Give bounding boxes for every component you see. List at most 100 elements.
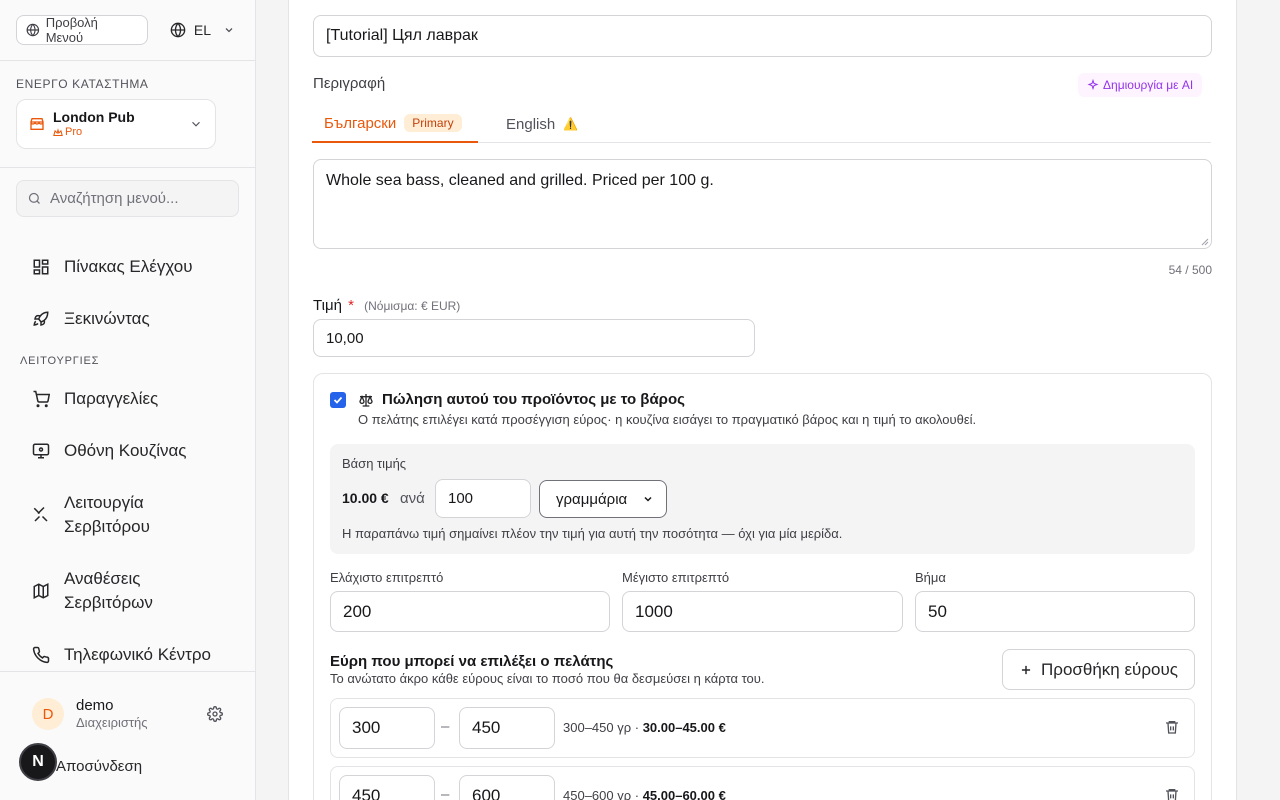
range-summary-price: 45.00–60.00 € xyxy=(642,788,726,800)
sidebar-item-waiter-assignments[interactable]: Αναθέσεις Σερβιτόρων xyxy=(0,553,255,629)
add-range-button[interactable]: Προσθήκη εύρους xyxy=(1002,649,1195,690)
gear-icon[interactable] xyxy=(207,706,223,722)
price-basis-quantity-input[interactable]: 100 xyxy=(435,479,531,518)
sidebar-item-label: Τηλεφωνικό Κέντρο xyxy=(64,645,211,664)
rocket-icon xyxy=(33,311,49,326)
max-allowed-input[interactable]: 1000 xyxy=(622,591,903,632)
product-name-value: [Tutorial] Цял лаврак xyxy=(326,27,478,44)
sidebar-item-label: Παραγγελίες xyxy=(64,389,159,408)
search-icon xyxy=(28,192,40,204)
range-to-input[interactable]: 450 xyxy=(459,707,555,749)
phone-icon xyxy=(32,646,50,664)
range-summary-grams: 450–600 γρ · xyxy=(563,788,640,800)
n-floating-badge[interactable]: N xyxy=(19,743,57,781)
add-range-label: Προσθήκη εύρους xyxy=(1041,659,1178,679)
price-basis-per: ανά xyxy=(400,490,425,507)
price-basis-note: Η παραπάνω τιμή σημαίνει πλέον την τιμή … xyxy=(342,526,843,541)
sidebar-item-kitchen-display[interactable]: Οθόνη Κουζίνας xyxy=(0,425,255,477)
tab-english[interactable]: English ⚠️ xyxy=(506,105,578,143)
generate-ai-button[interactable]: Δημιουργία με AI xyxy=(1078,73,1203,97)
store-switcher[interactable]: London Pub Pro xyxy=(16,99,216,149)
tab-label: Български xyxy=(324,114,397,132)
price-basis-caption: Βάση τιμής xyxy=(342,456,407,471)
price-value: 10,00 xyxy=(326,329,364,347)
currency-note: (Νόμισμα: € EUR) xyxy=(364,299,461,313)
sell-by-weight-checkbox[interactable] xyxy=(330,392,346,408)
active-store-caption: ΕΝΕΡΓΟ ΚΑΤΑΣΤΗΜΑ xyxy=(16,77,149,91)
chevron-down-icon xyxy=(644,496,652,502)
sidebar-item-label: Αναθέσεις Σερβιτόρων xyxy=(64,569,153,612)
min-allowed-input[interactable]: 200 xyxy=(330,591,610,632)
range-summary: 300–450 γρ · 30.00–45.00 € xyxy=(563,720,726,735)
price-input[interactable]: 10,00 xyxy=(313,319,755,357)
price-basis-panel: Βάση τιμής 10.00 € ανά 100 γραμμάρια Η π… xyxy=(330,444,1195,554)
range-from-input[interactable]: 450 xyxy=(339,775,435,800)
step-input[interactable]: 50 xyxy=(915,591,1195,632)
view-menu-button[interactable]: Προβολή Μενού xyxy=(16,15,148,45)
chevron-down-icon xyxy=(192,121,200,127)
sidebar-item-label: Πίνακας Ελέγχου xyxy=(64,257,193,276)
min-allowed-value: 200 xyxy=(343,601,372,621)
chevron-down-icon xyxy=(225,28,233,33)
tab-bulgarian[interactable]: Български Primary xyxy=(312,105,478,143)
description-label: Περιγραφή xyxy=(313,75,386,92)
ranges-description: Το ανώτατο άκρο κάθε εύρους είναι το ποσ… xyxy=(330,671,765,686)
monitor-icon xyxy=(32,443,50,459)
store-name: London Pub xyxy=(53,109,135,125)
ranges-title: Εύρη που μπορεί να επιλέξει ο πελάτης xyxy=(330,653,614,670)
sidebar-top-bar: Προβολή Μενού EL xyxy=(0,0,255,61)
menu-search-input[interactable]: Αναζήτηση μενού... xyxy=(16,180,239,217)
sell-by-weight-description: Ο πελάτης επιλέγει κατά προσέγγιση εύρος… xyxy=(358,412,977,427)
sidebar-item-dashboard[interactable]: Πίνακας Ελέγχου xyxy=(0,241,255,293)
globe-icon xyxy=(26,23,40,37)
range-summary-price: 30.00–45.00 € xyxy=(642,720,726,735)
description-textarea[interactable]: Whole sea bass, cleaned and grilled. Pri… xyxy=(313,159,1212,249)
search-placeholder: Αναζήτηση μενού... xyxy=(50,190,179,207)
logout-button[interactable]: Αποσύνδεση xyxy=(56,758,142,775)
scale-icon xyxy=(359,393,373,407)
check-icon xyxy=(333,396,343,404)
sell-by-weight-section: Πώληση αυτού του προϊόντος με το βάρος Ο… xyxy=(313,373,1212,800)
user-role: Διαχειριστής xyxy=(76,715,148,730)
sidebar: Προβολή Μενού EL ΕΝΕΡΓΟ ΚΑΤΑΣΤΗΜΑ London… xyxy=(0,0,256,800)
sidebar-item-waiter-mode[interactable]: Λειτουργία Σερβιτόρου xyxy=(0,477,255,553)
product-name-input[interactable]: [Tutorial] Цял лаврак xyxy=(313,15,1212,57)
generate-ai-label: Δημιουργία με AI xyxy=(1103,78,1194,92)
sidebar-item-orders[interactable]: Παραγγελίες xyxy=(0,373,255,425)
max-allowed-value: 1000 xyxy=(635,601,673,621)
trash-icon[interactable] xyxy=(1164,787,1180,800)
range-to-input[interactable]: 600 xyxy=(459,775,555,800)
sell-by-weight-title-text: Πώληση αυτού του προϊόντος με το βάρος xyxy=(382,391,685,408)
price-basis-unit-select[interactable]: γραμμάρια xyxy=(539,480,667,518)
range-summary-grams: 300–450 γρ · xyxy=(563,720,640,735)
store-tier-badge: Pro xyxy=(53,126,135,139)
sidebar-item-getting-started[interactable]: Ξεκινώντας xyxy=(0,293,255,345)
range-from-input[interactable]: 300 xyxy=(339,707,435,749)
sparkles-icon xyxy=(1087,79,1099,91)
required-marker: * xyxy=(348,297,354,314)
range-row: 450 – 600 450–600 γρ · 45.00–60.00 € xyxy=(330,766,1195,800)
sell-by-weight-title: Πώληση αυτού του προϊόντος με το βάρος xyxy=(358,391,685,408)
sidebar-item-label: Λειτουργία Σερβιτόρου xyxy=(64,493,150,536)
dashboard-icon xyxy=(33,259,49,275)
language-tabs: Български Primary English ⚠️ xyxy=(312,105,1211,143)
tab-label: English xyxy=(506,115,556,133)
description-value: Whole sea bass, cleaned and grilled. Pri… xyxy=(326,172,714,189)
price-label: Τιμή xyxy=(313,297,342,314)
max-allowed-label: Μέγιστο επιτρεπτό xyxy=(622,570,730,585)
price-basis-unit-value: γραμμάρια xyxy=(556,490,628,508)
avatar: D xyxy=(32,698,64,730)
main-content: [Tutorial] Цял лаврак Περιγραφή Δημιουργ… xyxy=(256,0,1280,800)
range-to-value: 450 xyxy=(472,718,501,737)
trash-icon[interactable] xyxy=(1164,719,1180,735)
store-info: London Pub Pro xyxy=(53,109,135,139)
char-counter: 54 / 500 xyxy=(1168,263,1212,277)
view-menu-label: Προβολή Μενού xyxy=(45,15,98,45)
language-selector[interactable]: EL xyxy=(166,15,239,45)
store-icon xyxy=(30,118,44,130)
cart-icon xyxy=(33,390,50,408)
crown-icon xyxy=(53,127,63,136)
resize-handle-icon[interactable] xyxy=(1201,238,1209,246)
range-from-value: 300 xyxy=(352,718,381,737)
globe-icon xyxy=(170,22,186,38)
